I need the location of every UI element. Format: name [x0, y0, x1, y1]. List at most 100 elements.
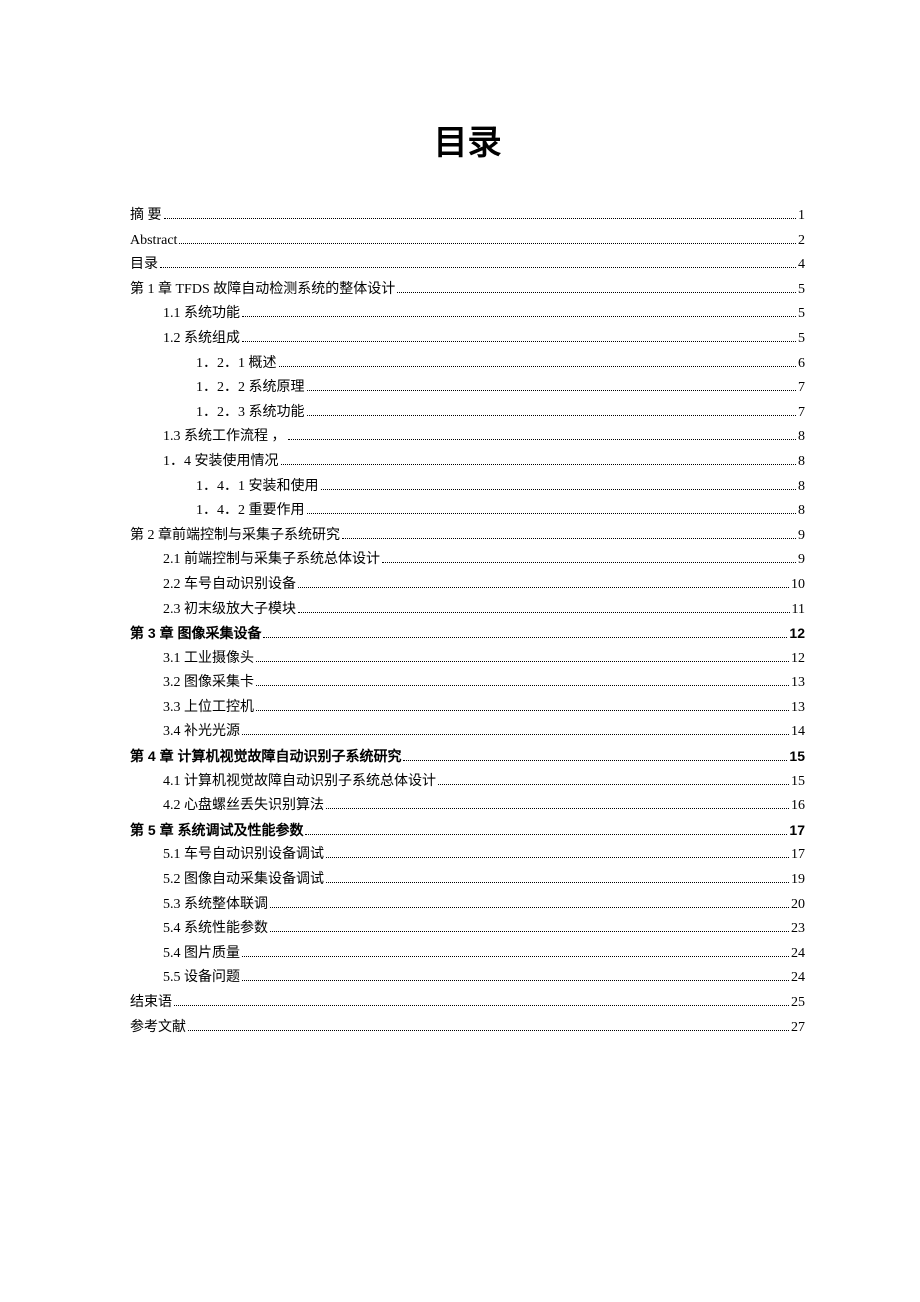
toc-entry: 1．4．1 安装和使用8 [130, 475, 805, 498]
toc-leader-dots [307, 503, 797, 514]
toc-entry-label: 第 3 章 图像采集设备 [130, 622, 261, 645]
toc-entry-page: 23 [791, 917, 805, 940]
toc-entry-label: 第 1 章 TFDS 故障自动检测系统的整体设计 [130, 278, 395, 301]
toc-entry-label: 4.1 计算机视觉故障自动识别子系统总体设计 [163, 770, 436, 793]
toc-entry: 4.2 心盘螺丝丢失识别算法 16 [130, 794, 805, 817]
toc-leader-dots [298, 601, 790, 612]
toc-leader-dots [174, 995, 789, 1006]
toc-entry: 1.3 系统工作流程 ， 8 [130, 425, 805, 448]
toc-entry-label: 2.2 车号自动识别设备 [163, 573, 296, 596]
toc-entry: 5.4 系统性能参数 23 [130, 917, 805, 940]
toc-entry: 5.1 车号自动识别设备调试 17 [130, 843, 805, 866]
toc-entry-label: 1．2．3 系统功能 [196, 401, 305, 424]
toc-leader-dots [307, 380, 797, 391]
toc-entry-page: 1 [798, 204, 805, 227]
toc-entry-label: 2.1 前端控制与采集子系统总体设计 [163, 548, 380, 571]
toc-entry-label: 摘 要 [130, 204, 162, 227]
toc-leader-dots [179, 232, 796, 243]
toc-entry-page: 7 [798, 376, 805, 399]
toc-entry: 1．2．3 系统功能 7 [130, 401, 805, 424]
page-title: 目录 [130, 115, 805, 164]
toc-entry: 3.3 上位工控机13 [130, 696, 805, 719]
toc-entry-label: 1.3 系统工作流程 ， [163, 425, 286, 448]
toc-entry-page: 24 [791, 942, 805, 965]
toc-entry: 第 1 章 TFDS 故障自动检测系统的整体设计 5 [130, 278, 805, 301]
toc-leader-dots [256, 675, 789, 686]
toc-entry: 结束语25 [130, 991, 805, 1014]
toc-leader-dots [242, 946, 789, 957]
toc-entry: 1．4 安装使用情况 8 [130, 450, 805, 473]
toc-entry-page: 7 [798, 401, 805, 424]
toc-leader-dots [242, 970, 789, 981]
toc-entry-label: 5.4 系统性能参数 [163, 917, 268, 940]
toc-entry-page: 8 [798, 450, 805, 473]
toc-entry: 5.4 图片质量 24 [130, 942, 805, 965]
toc-entry: 1.2 系统组成 5 [130, 327, 805, 350]
toc-entry-page: 20 [791, 893, 805, 916]
toc-entry: 3.1 工业摄像头12 [130, 647, 805, 670]
toc-entry-page: 14 [791, 720, 805, 743]
toc-entry: 第 3 章 图像采集设备 12 [130, 622, 805, 645]
toc-entry-label: 2.3 初末级放大子模块 [163, 598, 296, 621]
toc-entry-page: 8 [798, 499, 805, 522]
toc-leader-dots [164, 208, 797, 219]
toc-entry-label: 参考文献 [130, 1016, 186, 1039]
toc-entry: 1．4．2 重要作用8 [130, 499, 805, 522]
toc-entry: Abstract2 [130, 229, 805, 252]
toc-entry-label: 4.2 心盘螺丝丢失识别算法 [163, 794, 324, 817]
toc-entry-page: 17 [791, 843, 805, 866]
toc-leader-dots [397, 282, 796, 293]
toc-leader-dots [326, 798, 789, 809]
toc-entry-page: 16 [791, 794, 805, 817]
toc-leader-dots [270, 896, 789, 907]
toc-entry-label: 1．2．2 系统原理 [196, 376, 305, 399]
toc-entry-page: 9 [798, 548, 805, 571]
toc-leader-dots [298, 577, 789, 588]
toc-entry: 5.5 设备问题 24 [130, 966, 805, 989]
toc-leader-dots [160, 257, 796, 268]
toc-entry: 2.1 前端控制与采集子系统总体设计 9 [130, 548, 805, 571]
toc-entry-page: 12 [789, 622, 805, 645]
toc-entry-label: 3.4 补光光源 [163, 720, 240, 743]
toc-entry-label: 5.4 图片质量 [163, 942, 240, 965]
toc-leader-dots [242, 331, 796, 342]
toc-leader-dots [242, 306, 796, 317]
toc-leader-dots [342, 528, 796, 539]
toc-entry-label: 3.2 图像采集卡 [163, 671, 254, 694]
toc-entry-page: 27 [791, 1016, 805, 1039]
toc-entry: 参考文献 27 [130, 1016, 805, 1039]
toc-entry-label: 5.1 车号自动识别设备调试 [163, 843, 324, 866]
toc-entry-page: 10 [791, 573, 805, 596]
toc-entry-label: 目录 [130, 253, 158, 276]
toc-entry-page: 15 [789, 745, 805, 768]
toc-entry: 目录4 [130, 253, 805, 276]
toc-entry-page: 15 [791, 770, 805, 793]
toc-entry: 3.4 补光光源 14 [130, 720, 805, 743]
toc-leader-dots [321, 478, 797, 489]
toc-entry: 5.2 图像自动采集设备调试19 [130, 868, 805, 891]
table-of-contents: 摘 要 1Abstract2目录4第 1 章 TFDS 故障自动检测系统的整体设计… [130, 204, 805, 1039]
toc-entry-label: 5.3 系统整体联调 [163, 893, 268, 916]
toc-entry-label: 1.1 系统功能 [163, 302, 240, 325]
toc-entry-label: 1.2 系统组成 [163, 327, 240, 350]
toc-entry: 第 2 章前端控制与采集子系统研究9 [130, 524, 805, 547]
toc-entry-page: 5 [798, 302, 805, 325]
toc-leader-dots [326, 872, 789, 883]
toc-entry-label: 第 4 章 计算机视觉故障自动识别子系统研究 [130, 745, 401, 768]
toc-leader-dots [279, 355, 797, 366]
toc-entry-page: 6 [798, 352, 805, 375]
toc-leader-dots [382, 552, 796, 563]
toc-entry: 第 5 章 系统调试及性能参数17 [130, 819, 805, 842]
toc-entry-label: 5.5 设备问题 [163, 966, 240, 989]
toc-entry: 1．2．2 系统原理 7 [130, 376, 805, 399]
toc-entry-label: 1．4．1 安装和使用 [196, 475, 319, 498]
toc-leader-dots [256, 700, 789, 711]
toc-entry: 1.1 系统功能 5 [130, 302, 805, 325]
toc-entry-page: 5 [798, 327, 805, 350]
toc-entry-page: 24 [791, 966, 805, 989]
toc-leader-dots [288, 429, 797, 440]
toc-entry-page: 8 [798, 425, 805, 448]
toc-entry-page: 5 [798, 278, 805, 301]
toc-leader-dots [305, 824, 787, 835]
toc-entry-label: 1．4 安装使用情况 [163, 450, 279, 473]
